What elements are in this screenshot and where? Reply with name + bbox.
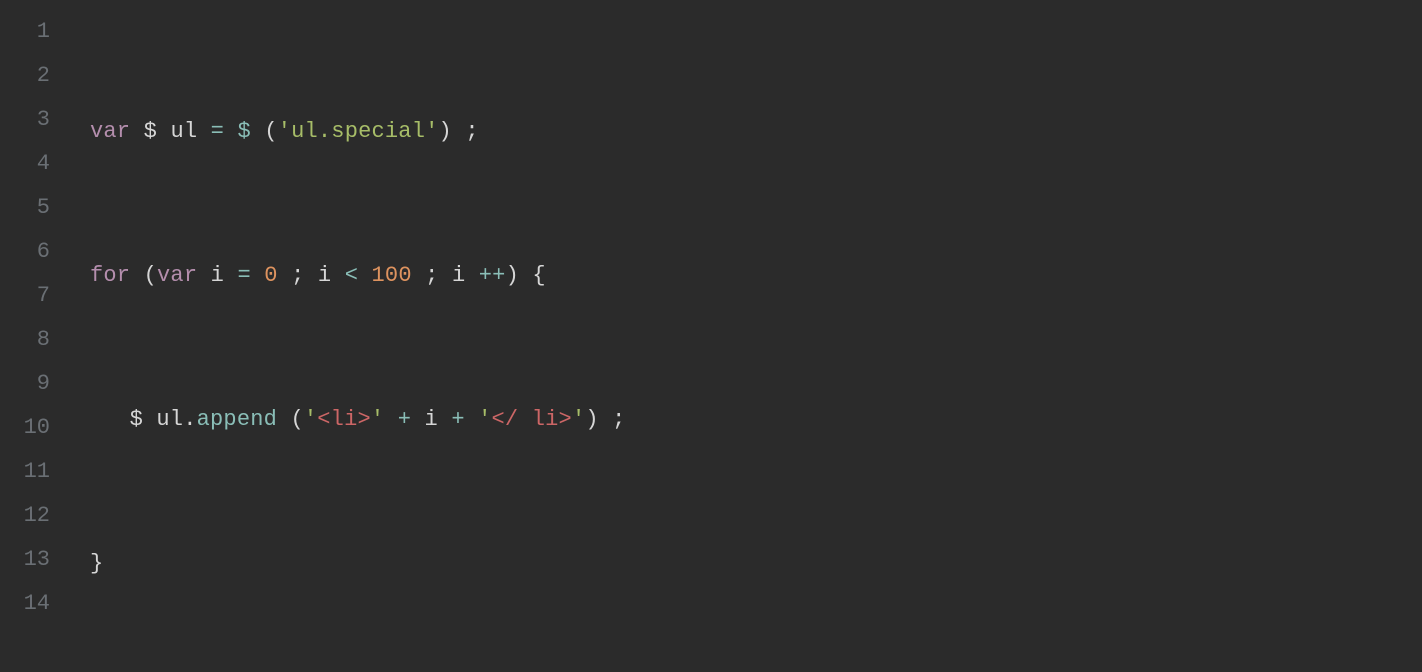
space [599, 407, 612, 432]
identifier-i: i [211, 263, 224, 288]
space [224, 119, 237, 144]
identifier-dollar: $ [130, 407, 143, 432]
space [197, 119, 210, 144]
space [412, 263, 425, 288]
semicolon: ; [612, 407, 625, 432]
space [465, 407, 478, 432]
string-quote: ' [304, 407, 317, 432]
code-line[interactable]: var $ ul = $ ('ul.special') ; [90, 110, 1422, 154]
space [305, 263, 318, 288]
space [251, 263, 264, 288]
space [358, 263, 371, 288]
semicolon: ; [425, 263, 438, 288]
space [411, 407, 424, 432]
keyword-for: for [90, 263, 130, 288]
code-line[interactable]: } [90, 542, 1422, 586]
space [251, 119, 264, 144]
string-quote: ' [478, 407, 491, 432]
space [439, 263, 452, 288]
line-number: 10 [0, 406, 50, 450]
line-number: 11 [0, 450, 50, 494]
dot: . [183, 407, 196, 432]
identifier-i: i [425, 407, 438, 432]
operator-pp: ++ [479, 263, 506, 288]
string-quote: ' [425, 119, 438, 144]
space [331, 263, 344, 288]
paren-close: ) [439, 119, 452, 144]
operator-lt: < [345, 263, 358, 288]
space [519, 263, 532, 288]
space [465, 263, 478, 288]
string-li-close: </ li> [492, 407, 572, 432]
string-li-open: <li> [317, 407, 371, 432]
semicolon: ; [465, 119, 478, 144]
space [277, 407, 290, 432]
identifier-i: i [318, 263, 331, 288]
line-number: 13 [0, 538, 50, 582]
identifier-ul: ul [170, 119, 197, 144]
space [197, 263, 210, 288]
semicolon: ; [291, 263, 304, 288]
line-number: 7 [0, 274, 50, 318]
code-line[interactable]: $ ul.append ('<li>' + i + '</ li>') ; [90, 398, 1422, 442]
line-number: 14 [0, 582, 50, 626]
code-area[interactable]: var $ ul = $ ('ul.special') ; for (var i… [70, 0, 1422, 672]
operator-equals: = [211, 119, 224, 144]
line-number: 4 [0, 142, 50, 186]
space [157, 119, 170, 144]
line-number: 2 [0, 54, 50, 98]
jquery-dollar: $ [237, 119, 250, 144]
line-number: 9 [0, 362, 50, 406]
space [143, 407, 156, 432]
method-append: append [197, 407, 277, 432]
space [438, 407, 451, 432]
line-number: 5 [0, 186, 50, 230]
operator-plus: + [398, 407, 411, 432]
brace-open: { [532, 263, 545, 288]
paren-open: ( [144, 263, 157, 288]
string-quote: ' [572, 407, 585, 432]
space [130, 263, 143, 288]
space [452, 119, 465, 144]
line-number: 3 [0, 98, 50, 142]
line-number: 6 [0, 230, 50, 274]
string-ul-special: ul.special [291, 119, 425, 144]
keyword-var: var [90, 119, 130, 144]
identifier-i: i [452, 263, 465, 288]
line-number: 8 [0, 318, 50, 362]
line-number: 1 [0, 10, 50, 54]
paren-open: ( [290, 407, 303, 432]
identifier-ul: ul [156, 407, 183, 432]
space [224, 263, 237, 288]
space [130, 119, 143, 144]
paren-open: ( [264, 119, 277, 144]
number-100: 100 [372, 263, 412, 288]
line-number: 12 [0, 494, 50, 538]
code-editor[interactable]: 1 2 3 4 5 6 7 8 9 10 11 12 13 14 var $ u… [0, 0, 1422, 672]
paren-close: ) [506, 263, 519, 288]
string-quote: ' [278, 119, 291, 144]
space [278, 263, 291, 288]
code-line[interactable]: for (var i = 0 ; i < 100 ; i ++) { [90, 254, 1422, 298]
space [384, 407, 397, 432]
keyword-var: var [157, 263, 197, 288]
string-quote: ' [371, 407, 384, 432]
paren-close: ) [585, 407, 598, 432]
brace-close: } [90, 551, 103, 576]
number-0: 0 [264, 263, 277, 288]
identifier-dollar: $ [144, 119, 157, 144]
operator-plus: + [451, 407, 464, 432]
line-number-gutter: 1 2 3 4 5 6 7 8 9 10 11 12 13 14 [0, 0, 70, 672]
operator-equals: = [237, 263, 250, 288]
